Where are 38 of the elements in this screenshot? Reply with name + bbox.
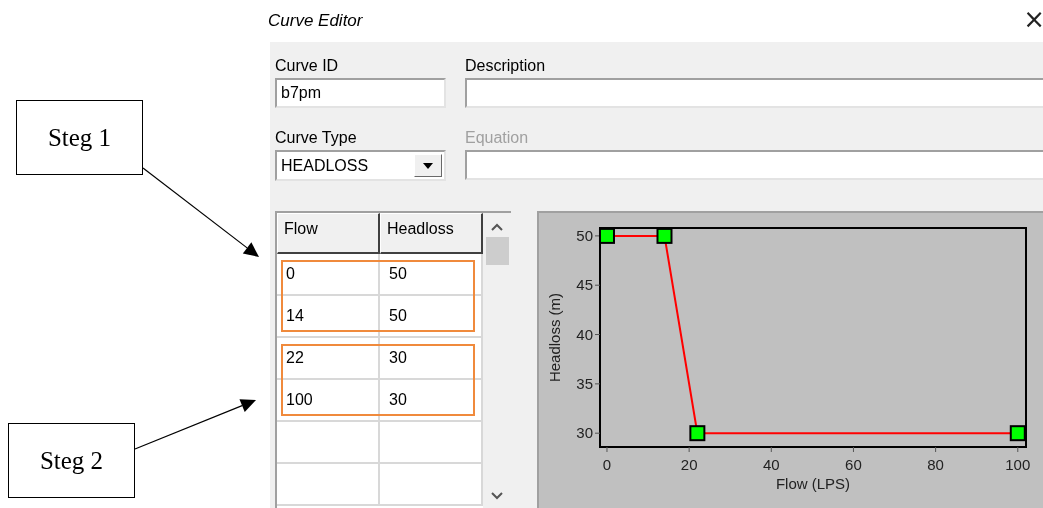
empty-cell[interactable] <box>277 464 380 506</box>
axis-tick-label: 0 <box>602 456 612 473</box>
data-point[interactable] <box>689 425 706 442</box>
field-label: Curve Type <box>275 128 357 148</box>
axis-tick-label: 40 <box>762 456 780 473</box>
axis-tick-label: 20 <box>680 456 698 473</box>
axis-title: Headloss (m) <box>546 292 563 383</box>
callout-label: Steg 1 <box>16 100 143 175</box>
data-point[interactable] <box>656 227 673 244</box>
close-button[interactable]: × <box>1023 6 1043 36</box>
field-label: Equation <box>465 128 529 148</box>
table-cell[interactable]: 22 <box>277 338 380 380</box>
caret-icon <box>423 162 433 169</box>
axis-tick-label: 40 <box>576 325 593 343</box>
callout-label: Steg 2 <box>8 423 135 498</box>
axis-tick-label: 60 <box>845 456 862 473</box>
table-cell[interactable]: 0 <box>277 254 380 296</box>
empty-cell[interactable] <box>277 422 380 464</box>
column-header[interactable]: Headloss <box>380 213 483 254</box>
axis-tick-label: 100 <box>1005 456 1031 473</box>
field-label: Description <box>465 56 546 76</box>
curve-id-field[interactable]: b7pm <box>275 78 446 108</box>
field-label: Curve ID <box>275 56 339 76</box>
axis-title: Flow (LPS) <box>775 475 851 492</box>
window-title: Curve Editor <box>268 11 363 31</box>
axis-tick-label: 30 <box>576 424 593 442</box>
description-field[interactable] <box>465 78 1043 108</box>
axis-tick-label: 80 <box>927 456 944 473</box>
table-cell[interactable]: 14 <box>277 296 380 338</box>
scroll-thumb[interactable] <box>485 237 509 265</box>
axis-tick-label: 50 <box>576 226 593 244</box>
column-header[interactable]: Flow <box>277 213 380 254</box>
data-point[interactable] <box>599 227 615 244</box>
axis-tick-label: 35 <box>576 374 593 392</box>
axis-tick-label: 45 <box>576 276 593 294</box>
data-point[interactable] <box>1009 425 1026 442</box>
curve-type-dropdown[interactable]: HEADLOSS <box>275 150 446 181</box>
table-cell[interactable]: 100 <box>277 380 380 422</box>
